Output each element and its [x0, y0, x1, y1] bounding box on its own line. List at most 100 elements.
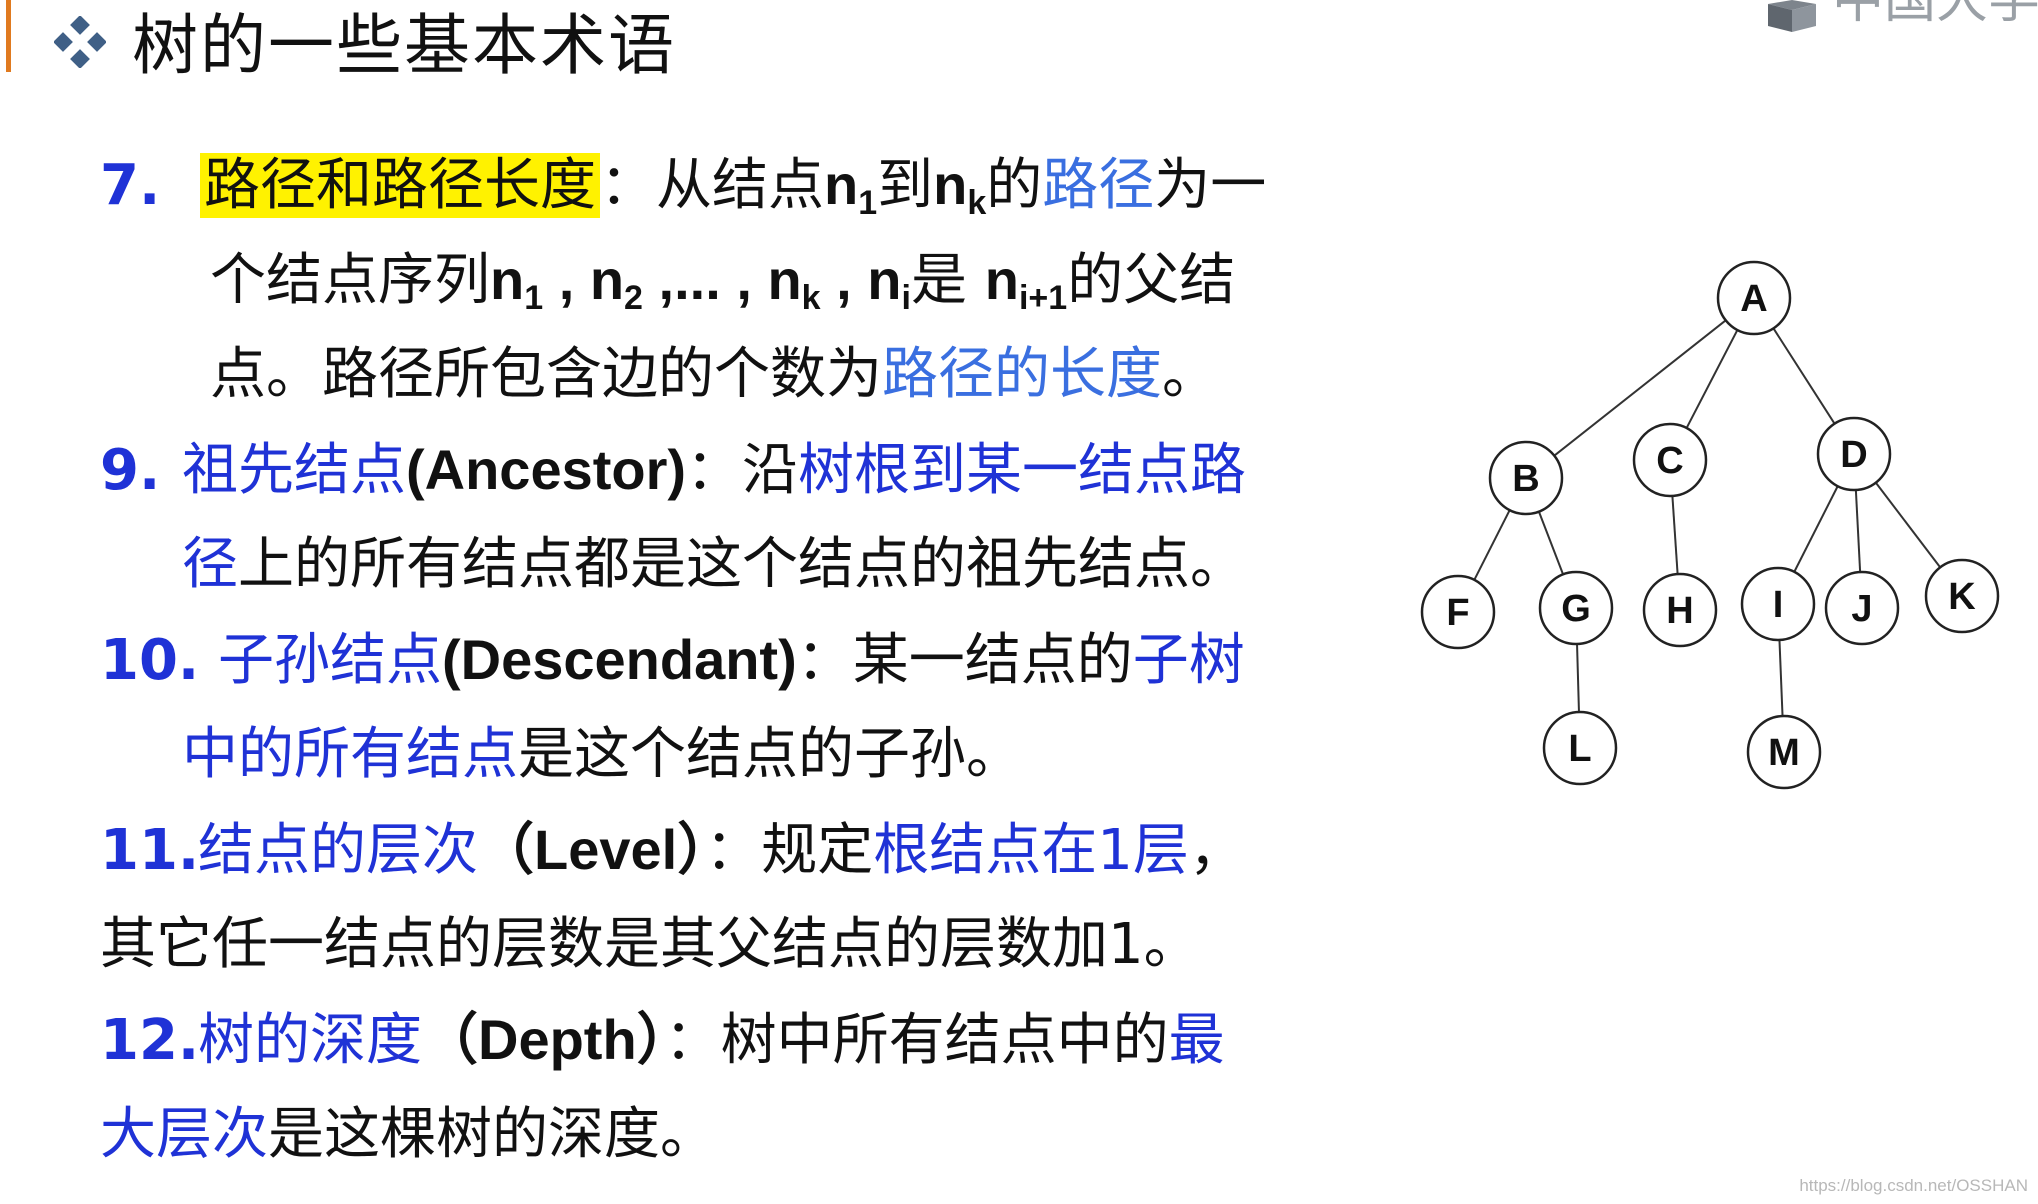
tree-node-label: A	[1740, 278, 1767, 320]
term-12-text: 树中所有结点中的	[720, 1008, 1169, 1073]
term-7-highlight: 路径和路径长度	[200, 153, 600, 218]
sequence-separator: ,	[820, 248, 868, 311]
term-7-line-2: 个结点序列n1 , n2 ,... , nk , ni是 ni+1的父结	[210, 245, 1235, 316]
tree-node-L: L	[1542, 710, 1618, 786]
mooc-watermark-text: 中国大学MOOC	[1832, 0, 2038, 30]
tree-edge-D-I	[1793, 485, 1839, 573]
symbol-nk: n	[933, 153, 968, 216]
term-7-text: 的父结	[1067, 248, 1236, 313]
term-11-text: 其它任一结点的层数是其父结点的层数加1。	[100, 912, 1200, 977]
term-11-line-1: 11.结点的层次（Level）：规定根结点在1层，	[100, 815, 1245, 886]
term-12-number: 12.	[100, 1008, 200, 1073]
term-7-text: 的	[986, 153, 1043, 218]
sequence-separator: ,	[543, 248, 590, 311]
term-9-keyword: 祖先结点	[182, 438, 406, 503]
tree-node-label: L	[1568, 728, 1591, 770]
tree-node-label: J	[1851, 588, 1872, 630]
sequence-symbol: n	[984, 248, 1019, 311]
diamond-bullet-icon	[54, 16, 106, 68]
symbol-n1-sub: 1	[858, 184, 878, 222]
term-10-keyword: 子孙结点	[218, 628, 442, 693]
tree-node-D: D	[1816, 416, 1892, 492]
tree-node-label: B	[1512, 458, 1539, 500]
term-7-text: 。	[1162, 342, 1218, 407]
tree-node-G: G	[1538, 570, 1614, 646]
tree-node-M: M	[1746, 714, 1822, 790]
title-accent-bar	[6, 0, 11, 72]
tree-node-label: F	[1446, 592, 1469, 634]
term-12-line-2: 大层次是这棵树的深度。	[100, 1100, 716, 1170]
term-10-number: 10.	[100, 628, 200, 693]
term-9-line-1: 9. 祖先结点(Ancestor)：沿树根到某一结点路	[100, 435, 1246, 506]
tree-node-B: B	[1488, 440, 1564, 516]
term-11-text: 规定	[761, 818, 874, 883]
tree-node-J: J	[1824, 570, 1900, 646]
term-9-path-phrase: 径	[182, 532, 238, 597]
term-9-english: (Ancestor)	[406, 438, 687, 501]
sequence-sub: 2	[624, 279, 643, 317]
term-11-colon: ：	[705, 818, 762, 883]
term-10-colon: ：	[796, 628, 853, 693]
term-12-english: （Depth）	[422, 1008, 665, 1071]
term-10-text: 某一结点的	[852, 628, 1133, 693]
tree-node-label: I	[1773, 584, 1784, 626]
sequence-symbol: n	[867, 248, 902, 311]
term-12-text: 是这棵树的深度。	[268, 1102, 716, 1167]
tree-node-label: D	[1840, 434, 1867, 476]
term-10-subtree-phrase: 子树	[1132, 628, 1245, 693]
sequence-separator: ,... ,	[642, 248, 768, 311]
term-7-path-keyword: 路径	[1042, 153, 1155, 218]
sequence-symbol: n	[589, 248, 625, 311]
tree-edge-B-G	[1537, 511, 1565, 575]
mooc-logo-icon	[1768, 0, 1816, 32]
sequence-sub: i+1	[1018, 279, 1068, 317]
term-9-number: 9.	[100, 438, 161, 503]
term-11-keyword: 结点的层次	[198, 818, 478, 883]
term-10-line-1: 10. 子孙结点(Descendant)：某一结点的子树	[100, 625, 1245, 696]
tree-node-label: K	[1948, 576, 1976, 618]
term-12-line-1: 12.树的深度（Depth）：树中所有结点中的最	[100, 1005, 1225, 1076]
tree-node-A: A	[1716, 260, 1792, 336]
tree-node-label: G	[1561, 588, 1591, 630]
term-9-text: 沿	[742, 438, 799, 503]
term-7-text: 点。路径所包含边的个数为	[210, 342, 882, 407]
term-10-text: 是这个结点的子孙。	[518, 722, 1022, 787]
sequence-symbol: n	[767, 248, 802, 311]
term-7-path-length-keyword: 路径的长度	[882, 342, 1162, 407]
sequence-symbol: n	[490, 248, 525, 311]
term-11-text: ，	[1188, 818, 1245, 883]
sequence-sub: i	[901, 279, 911, 317]
tree-node-C: C	[1632, 422, 1708, 498]
mooc-watermark: 中国大学MOOC	[1762, 0, 2038, 36]
tree-edge-B-F	[1473, 509, 1511, 581]
term-7-text: 到	[877, 153, 934, 218]
term-7-text: 从结点	[656, 153, 824, 218]
term-11-english: （Level）	[478, 818, 706, 881]
tree-edge-I-M	[1778, 639, 1784, 717]
tree-edge-D-K	[1874, 482, 1942, 568]
symbol-n1: n	[824, 153, 859, 216]
term-10-line-2: 中的所有结点是这个结点的子孙。	[182, 720, 1022, 790]
term-9-line-2: 径上的所有结点都是这个结点的祖先结点。	[182, 530, 1246, 600]
term-9-path-phrase: 树根到某一结点路	[798, 438, 1247, 503]
tree-node-K: K	[1924, 558, 2000, 634]
source-credit: https://blog.csdn.net/OSSHAN	[1799, 1176, 2028, 1195]
term-9-text: 上的所有结点都是这个结点的祖先结点。	[238, 532, 1246, 597]
tree-edge-A-D	[1772, 327, 1836, 425]
symbol-nk-sub: k	[967, 184, 987, 222]
sequence-sub: k	[801, 279, 821, 317]
tree-node-label: C	[1656, 440, 1683, 482]
tree-node-H: H	[1642, 572, 1718, 648]
term-11-number: 11.	[100, 818, 200, 883]
term-10-subtree-phrase: 中的所有结点	[182, 722, 518, 787]
term-7-text: 个结点序列	[210, 248, 490, 313]
term-12-max-level-phrase: 大层次	[100, 1102, 268, 1167]
term-11-root-level-phrase: 根结点在1层	[873, 818, 1189, 883]
tree-edge-A-B	[1553, 319, 1727, 457]
term-12-max-level-phrase: 最	[1168, 1008, 1225, 1073]
tree-node-label: M	[1768, 732, 1800, 774]
page-title: 树的一些基本术语	[132, 7, 676, 84]
tree-node-I: I	[1740, 566, 1816, 642]
term-12-keyword: 树的深度	[198, 1008, 422, 1073]
term-7-line-3: 点。路径所包含边的个数为路径的长度。	[210, 340, 1218, 410]
